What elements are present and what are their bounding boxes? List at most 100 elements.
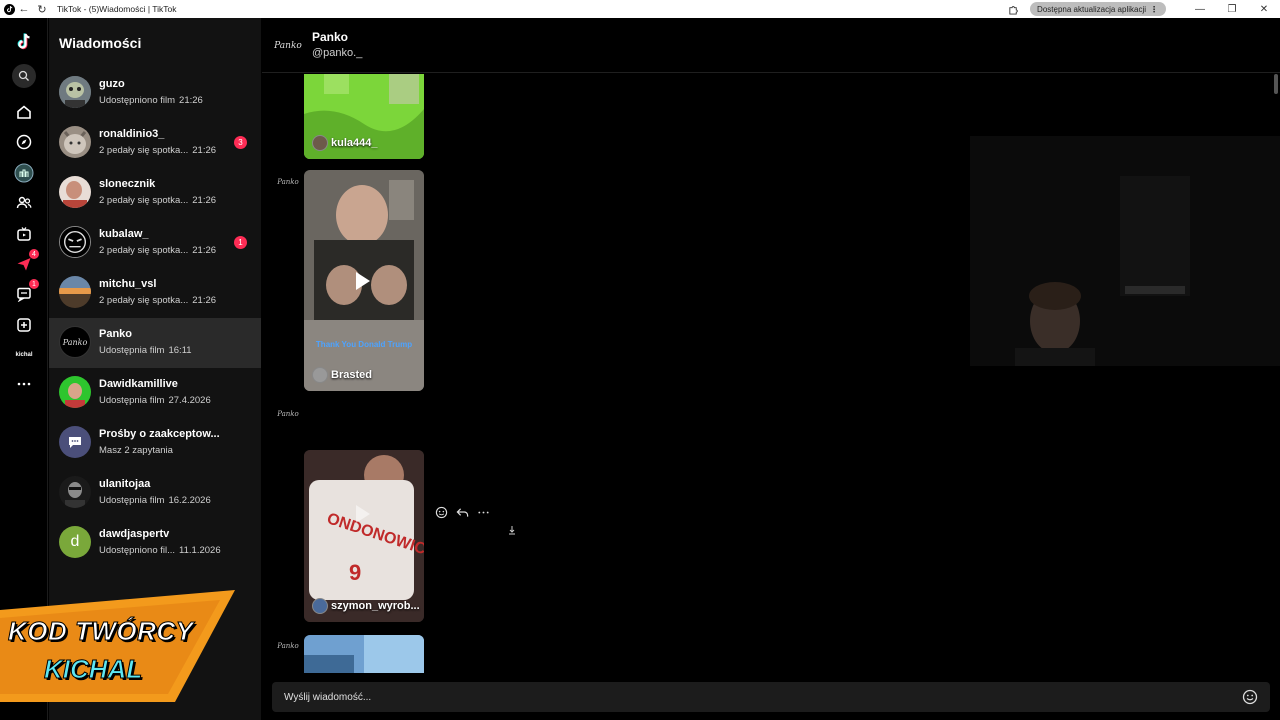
search-icon[interactable]: [12, 64, 36, 88]
creator-code-overlay: KOD TWÓRCY KICHAL: [0, 590, 235, 702]
conversation-preview: 2 pedały się spotka... 21:26: [99, 195, 216, 206]
conversation-item[interactable]: guzo Udostępniono film 21:26: [49, 68, 261, 118]
avatar: Panko: [59, 326, 91, 358]
mini-avatar: [312, 367, 328, 383]
conversation-item[interactable]: ulanitojaa Udostępnia film 16.2.2026: [49, 468, 261, 518]
sender-avatar: Panko: [277, 178, 299, 186]
sender-avatar: Panko: [277, 642, 299, 650]
conversation-item[interactable]: Dawidkamillive Udostępnia film 27.4.2026: [49, 368, 261, 418]
chat-avatar[interactable]: Panko: [274, 34, 302, 58]
tiktok-app-icon: [3, 3, 15, 15]
play-icon[interactable]: [356, 505, 370, 523]
explore-compass-icon[interactable]: [12, 130, 36, 154]
shared-video-card[interactable]: [304, 635, 424, 673]
shared-video-card[interactable]: kula444_: [304, 74, 424, 159]
conversation-time: 16:11: [168, 345, 192, 356]
conversation-preview: Udostępniono film 21:26: [99, 95, 203, 106]
conversation-item[interactable]: slonecznik 2 pedały się spotka... 21:26: [49, 168, 261, 218]
conversation-name: ronaldinio3_: [99, 128, 165, 140]
webcam-overlay: [970, 136, 1280, 366]
back-arrow-icon[interactable]: ←: [15, 0, 33, 18]
video-caption: Thank You Donald Trump: [315, 340, 413, 349]
conversation-item-active[interactable]: Panko Panko Udostępnia film 16:11: [49, 318, 261, 368]
shared-video-card[interactable]: ONDONOWICZ 9 szymon_wyrob...: [304, 450, 424, 622]
svg-text:9: 9: [349, 560, 361, 585]
conversation-name: guzo: [99, 78, 125, 90]
profile-link[interactable]: kichal: [0, 352, 48, 358]
reply-icon[interactable]: [455, 505, 469, 519]
chat-scrollbar[interactable]: [1274, 74, 1278, 94]
video-thumbnail: ONDONOWICZ 9: [304, 450, 424, 622]
messages-badge: 4: [29, 249, 39, 259]
reload-icon[interactable]: ↻: [33, 0, 51, 18]
conversation-item-requests[interactable]: Prośby o zaakceptow... Masz 2 zapytania: [49, 418, 261, 468]
close-button[interactable]: ✕: [1248, 0, 1280, 18]
inbox-badge: 1: [29, 279, 39, 289]
restore-button[interactable]: ❐: [1216, 0, 1248, 18]
more-vertical-icon: ⋮: [1150, 4, 1158, 14]
sender-avatar: Panko: [277, 410, 299, 418]
avatar: [59, 76, 91, 108]
conversation-name: slonecznik: [99, 178, 156, 190]
conversation-preview: 2 pedały się spotka... 21:26: [99, 145, 216, 156]
react-emoji-icon[interactable]: [434, 505, 448, 519]
chat-header: Panko Panko @panko._: [262, 18, 1280, 73]
update-label: Dostępna aktualizacja aplikacji: [1037, 4, 1146, 14]
promo-line-1: KOD TWÓRCY: [8, 616, 194, 647]
extensions-icon[interactable]: [1004, 0, 1022, 18]
tiktok-logo-icon[interactable]: [12, 30, 36, 54]
conversation-preview: Udostępniono fil... 11.1.2026: [99, 545, 221, 556]
chat-contact-handle[interactable]: @panko._: [312, 47, 362, 59]
play-icon[interactable]: [356, 272, 370, 290]
avatar: [59, 226, 91, 258]
mini-avatar: [312, 135, 328, 151]
window-titlebar: ← ↻ TikTok - (5)Wiadomości | TikTok Dost…: [0, 0, 1280, 18]
messages-send-icon[interactable]: 4: [12, 249, 39, 276]
chat-panel: Panko Panko @panko._ kula444_ Panko Than…: [262, 18, 1280, 720]
conversation-name: Panko: [99, 328, 133, 340]
more-horizontal-icon[interactable]: [12, 372, 36, 396]
inbox-icon[interactable]: 1: [12, 279, 39, 306]
message-input[interactable]: [272, 682, 1232, 712]
preview-text: Udostępnia film: [99, 345, 165, 356]
webcam-image: [970, 136, 1280, 366]
update-available-button[interactable]: Dostępna aktualizacja aplikacji ⋮: [1030, 2, 1166, 16]
upload-plus-icon[interactable]: [12, 313, 36, 337]
conversation-preview: Udostępnia film 16:11: [99, 345, 192, 356]
shared-video-card[interactable]: Thank You Donald Trump Brasted: [304, 170, 424, 391]
conversation-item[interactable]: kubalaw_ 2 pedały się spotka... 21:26 1: [49, 218, 261, 268]
conversation-time: 21:26: [192, 295, 217, 306]
mini-avatar: [312, 598, 328, 614]
friends-icon[interactable]: [12, 191, 36, 215]
conversation-preview: Masz 2 zapytania: [99, 445, 173, 456]
conversation-time: 21:26: [192, 145, 217, 156]
conversation-name: Dawidkamillive: [99, 378, 178, 390]
live-tv-icon[interactable]: [12, 222, 36, 246]
more-options-icon[interactable]: [476, 505, 490, 519]
conversation-item[interactable]: ronaldinio3_ 2 pedały się spotka... 21:26…: [49, 118, 261, 168]
video-author: szymon_wyrob...: [312, 598, 420, 614]
chat-contact-name[interactable]: Panko: [312, 30, 348, 44]
conversation-name: dawdjaspertv: [99, 528, 170, 540]
message-actions: [434, 505, 490, 519]
conversation-time: 21:26: [179, 95, 203, 106]
conversation-item[interactable]: mitchu_vsl 2 pedały się spotka... 21:26: [49, 268, 261, 318]
cursor-icon: [507, 522, 517, 535]
avatar: [59, 126, 91, 158]
avatar: d: [59, 526, 91, 558]
following-avatar-icon[interactable]: [12, 161, 36, 185]
avatar: [59, 476, 91, 508]
conversation-item[interactable]: d dawdjaspertv Udostępniono fil... 11.1.2…: [49, 518, 261, 568]
home-icon[interactable]: [12, 100, 36, 124]
conversation-preview: Udostępnia film 27.4.2026: [99, 395, 211, 406]
video-author-name: Brasted: [331, 369, 372, 381]
emoji-icon[interactable]: [1242, 689, 1258, 705]
video-thumbnail: [304, 635, 424, 673]
preview-text: 2 pedały się spotka...: [99, 195, 189, 206]
conversation-preview: 2 pedały się spotka... 21:26: [99, 245, 216, 256]
preview-text: Udostępniono fil...: [99, 545, 176, 556]
preview-text: Udostępnia film: [99, 495, 165, 506]
window-title: TikTok - (5)Wiadomości | TikTok: [57, 4, 177, 14]
preview-text: Udostępniono film: [99, 95, 176, 106]
minimize-button[interactable]: —: [1184, 0, 1216, 18]
